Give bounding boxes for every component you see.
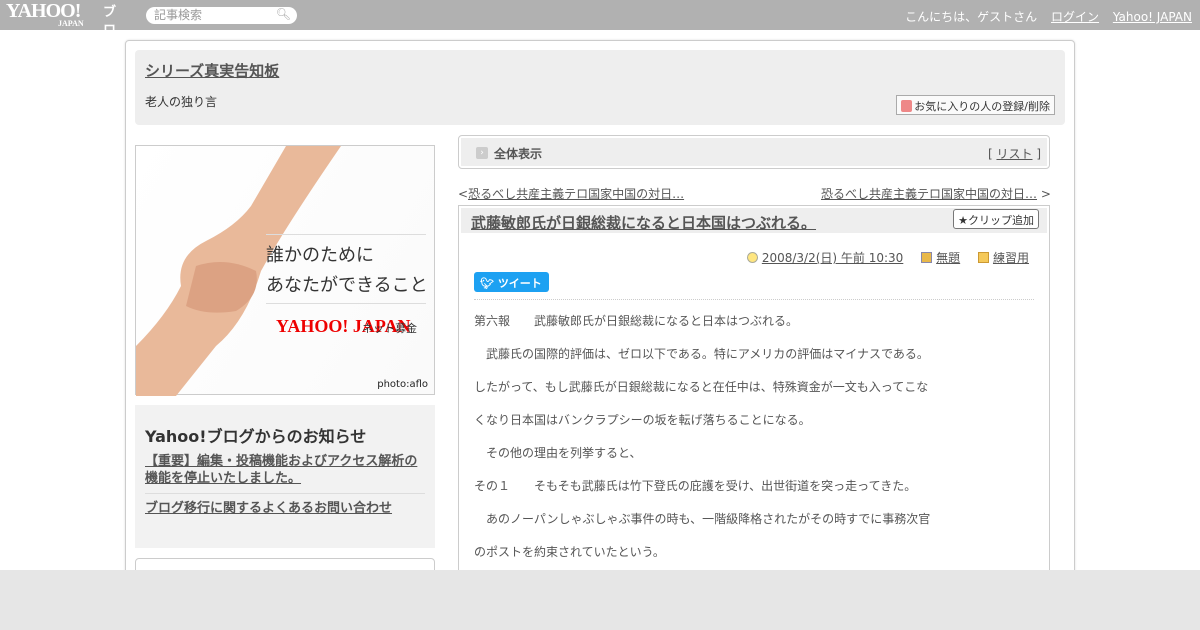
post-meta: 2008/3/2(日) 午前 10:30 無題 練習用 bbox=[733, 249, 1029, 266]
view-bar: › 全体表示 [ リスト ] bbox=[458, 135, 1050, 169]
notice-panel: Yahoo!ブログからのお知らせ 【重要】編集・投稿機能およびアクセス解析の機能… bbox=[135, 405, 435, 548]
greeting: こんにちは、ゲストさん bbox=[905, 10, 1038, 24]
yahoo-blog-logo[interactable]: YAHOO! JAPAN ブログ bbox=[6, 1, 116, 56]
post-category[interactable]: 無題 bbox=[936, 251, 960, 265]
search-placeholder: 記事検索 bbox=[154, 8, 203, 22]
clock-icon bbox=[746, 252, 758, 263]
bottom-band bbox=[0, 570, 1200, 630]
post-folder[interactable]: 練習用 bbox=[993, 251, 1029, 265]
photo-credit: photo:aflo bbox=[377, 379, 428, 390]
blog-description: 老人の独り言 bbox=[145, 95, 218, 109]
body-line: あのノーパンしゃぶしゃぶ事件の時も、一階級降格されたがその時すでに事務次官 bbox=[474, 512, 931, 526]
divider bbox=[145, 493, 425, 494]
twitter-bird-icon: 🐦︎ bbox=[480, 277, 494, 290]
clip-label: クリップ追加 bbox=[968, 214, 1034, 227]
body-line: のポストを約束されていたという。 bbox=[474, 545, 665, 559]
prev-arrow: < bbox=[458, 187, 469, 201]
tweet-label: ツイート bbox=[497, 277, 542, 290]
banner-service: ネット募金 bbox=[362, 322, 417, 335]
notice-link[interactable]: ブログ移行に関するよくあるお問い合わせ bbox=[145, 500, 430, 517]
notice-title: Yahoo!ブログからのお知らせ bbox=[145, 427, 367, 446]
post-title[interactable]: 武藤敏郎氏が日銀総裁になると日本国はつぶれる。 bbox=[471, 212, 816, 233]
blog-title[interactable]: シリーズ真実告知板 bbox=[145, 60, 279, 81]
body-line: 武藤氏の国際的評価は、ゼロ以下である。特にアメリカの評価はマイナスである。 bbox=[474, 347, 929, 361]
user-nav: こんにちは、ゲストさん ログイン Yahoo! JAPAN bbox=[905, 8, 1192, 25]
logo-blog: ブログ bbox=[103, 5, 117, 56]
banner-line2: あなたができること bbox=[266, 275, 428, 296]
banner-line1: 誰かのために bbox=[266, 245, 374, 266]
logo-sub: JAPAN bbox=[58, 19, 84, 28]
blog-header: シリーズ真実告知板 老人の独り言 お気に入りの人の登録/削除 bbox=[135, 50, 1065, 125]
next-arrow: > bbox=[1040, 187, 1051, 201]
divider bbox=[474, 299, 1034, 300]
list-link-group: [ リスト ] bbox=[988, 145, 1041, 162]
notice-link[interactable]: 【重要】編集・投稿機能およびアクセス解析の機能を停止いたしました。 bbox=[145, 453, 430, 487]
prev-post-link[interactable]: 恐るべし共産主義テロ国家中国の対日… bbox=[468, 187, 684, 201]
chevron-right-icon: › bbox=[476, 147, 488, 159]
prev-post-nav: <恐るべし共産主義テロ国家中国の対日… bbox=[458, 185, 684, 202]
search-icon[interactable]: 🔍︎ bbox=[276, 7, 291, 22]
divider bbox=[266, 234, 426, 235]
login-link[interactable]: ログイン bbox=[1051, 10, 1099, 24]
list-link[interactable]: リスト bbox=[996, 147, 1032, 161]
post-body: 第六報 武藤敏郎氏が日銀総裁になると日本はつぶれる。 武藤氏の国際的評価は、ゼロ… bbox=[474, 305, 1034, 569]
favorite-button[interactable]: お気に入りの人の登録/削除 bbox=[896, 95, 1055, 115]
banner-headline: 誰かのためにあなたができること bbox=[266, 241, 428, 301]
star-icon: ★ bbox=[958, 214, 968, 227]
search-input[interactable]: 記事検索 🔍︎ bbox=[146, 7, 297, 24]
next-post-link[interactable]: 恐るべし共産主義テロ国家中国の対日… bbox=[821, 187, 1037, 201]
body-line: その他の理由を列挙すると、 bbox=[474, 446, 642, 460]
body-line: したがって、もし武藤氏が日銀総裁になると在任中は、特殊資金が一文も入ってこな bbox=[474, 380, 929, 394]
tweet-button[interactable]: 🐦︎ ツイート bbox=[474, 272, 549, 292]
body-line: その１ そもそも武藤氏は竹下登氏の庇護を受け、出世街道を突っ走ってきた。 bbox=[474, 479, 917, 493]
body-line: くなり日本国はバンクラプシーの坂を転げ落ちることになる。 bbox=[474, 413, 811, 427]
clip-button[interactable]: ★クリップ追加 bbox=[953, 209, 1039, 229]
divider bbox=[266, 303, 426, 304]
favorite-label: お気に入りの人の登録/削除 bbox=[914, 100, 1050, 113]
yahoo-japan-link[interactable]: Yahoo! JAPAN bbox=[1113, 10, 1192, 24]
top-bar: YAHOO! JAPAN ブログ 記事検索 🔍︎ こんにちは、ゲストさん ログイン Y… bbox=[0, 0, 1200, 56]
body-line: 第六報 武藤敏郎氏が日銀総裁になると日本はつぶれる。 bbox=[474, 314, 799, 328]
donation-banner[interactable]: 誰かのために あなたができること YAHOO! JAPAN ネット募金 photo… bbox=[135, 145, 435, 396]
heart-icon bbox=[901, 100, 913, 112]
bracket: [ bbox=[987, 147, 993, 161]
next-post-nav: 恐るべし共産主義テロ国家中国の対日… > bbox=[821, 185, 1051, 202]
view-all-label[interactable]: 全体表示 bbox=[494, 145, 542, 162]
post-date[interactable]: 2008/3/2(日) 午前 10:30 bbox=[762, 251, 903, 265]
bracket: ] bbox=[1036, 147, 1041, 161]
book-icon bbox=[921, 252, 933, 263]
folder-icon bbox=[977, 252, 989, 263]
post-title-bar: 武藤敏郎氏が日銀総裁になると日本国はつぶれる。 ★クリップ追加 bbox=[461, 208, 1047, 233]
